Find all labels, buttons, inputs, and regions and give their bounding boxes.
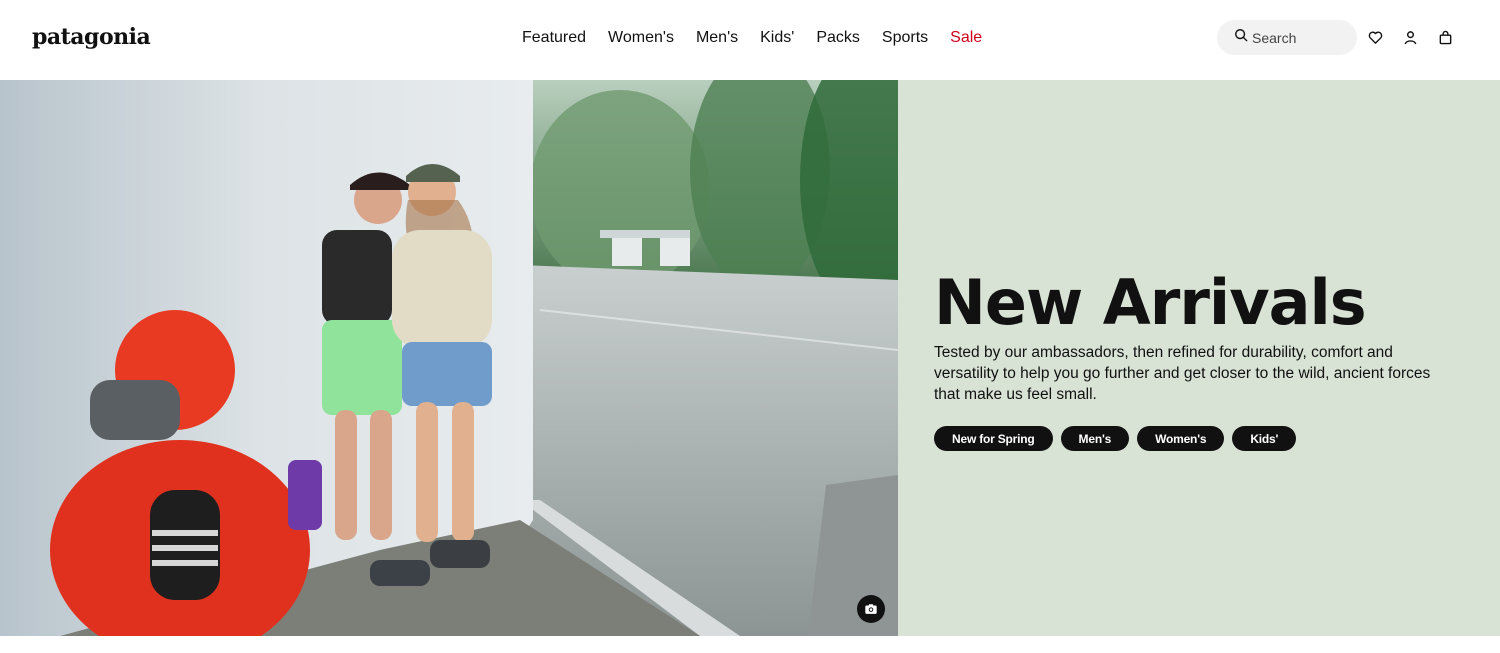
site-header: patagonia Featured Women's Men's Kids' P… — [0, 0, 1500, 80]
hero-panel: New Arrivals Tested by our ambassadors, … — [898, 80, 1500, 636]
hero-image — [0, 80, 898, 636]
search-box[interactable] — [1217, 20, 1357, 55]
nav-womens[interactable]: Women's — [608, 28, 674, 48]
nav-featured[interactable]: Featured — [522, 28, 586, 48]
new-for-spring-button[interactable]: New for Spring — [934, 426, 1053, 451]
nav-sale[interactable]: Sale — [950, 28, 982, 48]
camera-icon[interactable] — [857, 595, 885, 623]
nav-kids[interactable]: Kids' — [760, 28, 794, 48]
search-input[interactable] — [1252, 29, 1342, 46]
patagonia-logo[interactable]: patagonia — [32, 24, 151, 50]
hero-category-buttons: New for Spring Men's Women's Kids' — [934, 426, 1297, 451]
search-icon — [1234, 28, 1248, 47]
bag-icon[interactable] — [1436, 28, 1454, 46]
hero-title: New Arrivals — [934, 266, 1367, 339]
hero-description: Tested by our ambassadors, then refined … — [934, 344, 1431, 403]
kids-button[interactable]: Kids' — [1232, 426, 1297, 451]
user-icon[interactable] — [1401, 28, 1419, 46]
nav-packs[interactable]: Packs — [816, 28, 860, 48]
nav-mens[interactable]: Men's — [696, 28, 738, 48]
mens-button[interactable]: Men's — [1060, 426, 1130, 451]
nav-sports[interactable]: Sports — [882, 28, 928, 48]
womens-button[interactable]: Women's — [1137, 426, 1225, 451]
main-nav: Featured Women's Men's Kids' Packs Sport… — [522, 28, 1004, 48]
heart-icon[interactable] — [1366, 28, 1384, 46]
